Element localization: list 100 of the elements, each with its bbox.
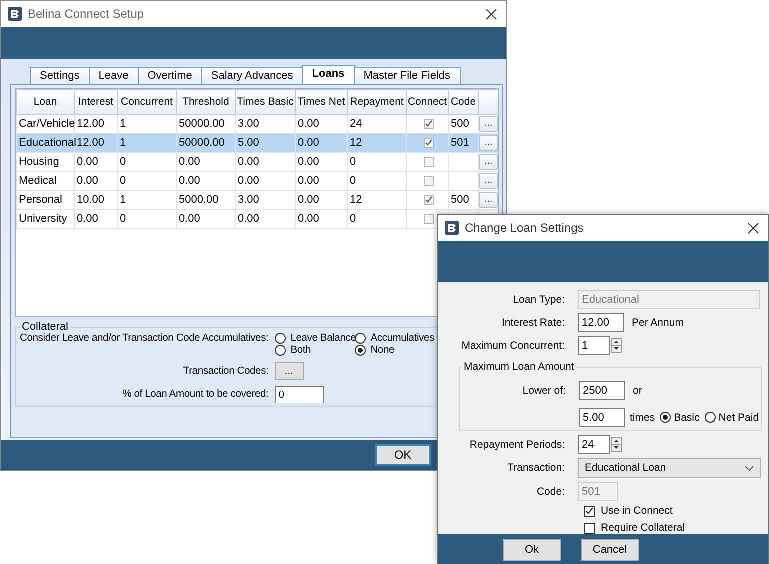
checkbox[interactable] xyxy=(424,214,434,224)
table-cell: Housing xyxy=(16,152,74,172)
checkbox[interactable] xyxy=(424,138,434,148)
radio-option[interactable]: Basic xyxy=(660,412,700,424)
field-label: Interest Rate: xyxy=(500,316,565,328)
column-header[interactable]: Interest xyxy=(74,90,118,114)
column-header[interactable]: Repayment xyxy=(348,90,406,114)
table-cell: 5000.00 xyxy=(176,190,236,210)
checkbox[interactable] xyxy=(424,157,434,167)
app-icon xyxy=(8,7,22,21)
table-cell: 0.00 xyxy=(236,152,296,172)
close-icon[interactable] xyxy=(748,222,759,234)
radio-option[interactable]: Net Paid xyxy=(704,412,760,424)
edit-button[interactable]: ... xyxy=(479,173,498,189)
field-label: or xyxy=(633,384,642,396)
input-field[interactable]: 0 xyxy=(274,386,324,403)
spinner-icon[interactable] xyxy=(611,338,622,353)
field-label: Maximum Concurrent: xyxy=(460,340,565,352)
tab[interactable]: Loans xyxy=(302,65,355,84)
input-field[interactable]: 12.00 xyxy=(578,313,624,332)
tab[interactable]: Overtime xyxy=(138,67,202,84)
table-cell: 0 xyxy=(118,210,176,228)
window-title: Belina Connect Setup xyxy=(28,7,146,21)
table-cell: 3.00 xyxy=(236,190,296,210)
field-label: Transaction: xyxy=(506,462,565,474)
table-cell: 0.00 xyxy=(74,210,118,228)
unit-label: Per Annum xyxy=(632,316,684,328)
chevron-icon xyxy=(745,466,754,470)
table-cell: 0.00 xyxy=(176,210,236,228)
table-cell: 0 xyxy=(348,152,406,172)
dialog-button[interactable]: Ok xyxy=(503,538,561,560)
field-label: Lower of: xyxy=(522,384,566,396)
transaction-dropdown[interactable]: Educational Loan xyxy=(578,458,761,478)
table-cell: 12 xyxy=(348,190,406,210)
edit-button[interactable]: ... xyxy=(479,154,498,170)
checkbox[interactable] xyxy=(424,176,434,186)
table-cell: 0 xyxy=(348,210,406,228)
edit-button[interactable]: ... xyxy=(479,135,498,151)
column-header[interactable]: Times Basic xyxy=(236,90,296,114)
radio-option[interactable]: Accumulatives xyxy=(354,333,434,344)
field-label: Consider Leave and/or Transaction Code Accumulatives: xyxy=(20,333,269,344)
table-cell: 0 xyxy=(348,172,406,190)
input-field[interactable]: 5.00 xyxy=(579,408,625,427)
edit-button[interactable]: ... xyxy=(479,192,498,208)
radio-option[interactable]: Both xyxy=(274,345,312,356)
input-field[interactable]: 24 xyxy=(578,435,610,454)
group-title: Maximum Loan Amount xyxy=(462,361,576,373)
tab[interactable]: Settings xyxy=(30,67,90,84)
radio-option[interactable]: Leave Balance xyxy=(274,333,356,344)
column-header xyxy=(478,90,498,114)
dialog-title: Change Loan Settings xyxy=(465,221,585,235)
table-cell: 12 xyxy=(348,134,406,152)
field-label: % of Loan Amount to be covered: xyxy=(122,389,269,400)
field-label: Transaction Codes: xyxy=(182,366,269,376)
table-cell: 0.00 xyxy=(296,172,348,190)
column-header[interactable]: Concurrent xyxy=(118,90,176,114)
transaction-codes-button[interactable]: ... xyxy=(274,362,304,380)
edit-button[interactable]: ... xyxy=(479,116,498,132)
field-label: Code: xyxy=(536,486,565,498)
table-cell: Educational xyxy=(16,134,74,152)
group-title: Collateral xyxy=(21,321,70,333)
checkbox[interactable] xyxy=(424,119,434,129)
column-header[interactable]: Times Net xyxy=(296,90,348,114)
column-header[interactable]: Connect xyxy=(406,90,448,114)
table-cell: 0.00 xyxy=(236,210,296,228)
table-cell: 0.00 xyxy=(296,134,348,152)
table-cell: 1 xyxy=(118,134,176,152)
checkbox-label[interactable]: Use in Connect xyxy=(601,505,673,517)
checkbox-label[interactable]: Require Collateral xyxy=(601,522,686,534)
column-header[interactable]: Loan xyxy=(16,90,74,114)
field-label: Repayment Periods: xyxy=(468,438,565,450)
ok-button[interactable]: OK xyxy=(375,444,431,466)
table-cell: 0 xyxy=(118,172,176,190)
close-icon[interactable] xyxy=(486,8,497,20)
tab[interactable]: Salary Advances xyxy=(201,67,304,84)
input-field[interactable]: 2500 xyxy=(579,381,625,400)
table-cell: 10.00 xyxy=(74,190,118,210)
checkbox[interactable] xyxy=(424,195,434,205)
dialog-button[interactable]: Cancel xyxy=(581,538,639,560)
table-cell: 0.00 xyxy=(296,210,348,228)
table-cell: 501 xyxy=(448,134,478,152)
radio-option[interactable]: None xyxy=(354,345,395,356)
table-cell: 0 xyxy=(118,152,176,172)
column-header[interactable]: Threshold xyxy=(176,90,236,114)
spinner-icon[interactable] xyxy=(611,437,622,452)
checkbox[interactable] xyxy=(584,506,595,516)
field-label: Loan Type: xyxy=(512,294,565,306)
table-cell: University xyxy=(16,210,74,228)
table-cell: 5.00 xyxy=(236,134,296,152)
table-cell: 0.00 xyxy=(236,172,296,190)
table-cell: 0.00 xyxy=(176,172,236,190)
table-cell: 0.00 xyxy=(296,190,348,210)
column-header[interactable]: Code xyxy=(448,90,478,114)
tab[interactable]: Leave xyxy=(88,67,139,84)
app-icon xyxy=(445,221,459,235)
tab[interactable]: Master File Fields xyxy=(354,67,460,84)
input-field[interactable]: 1 xyxy=(578,336,610,355)
table-cell: 0.00 xyxy=(176,152,236,172)
table-cell: 1 xyxy=(118,190,176,210)
checkbox[interactable] xyxy=(584,522,595,534)
